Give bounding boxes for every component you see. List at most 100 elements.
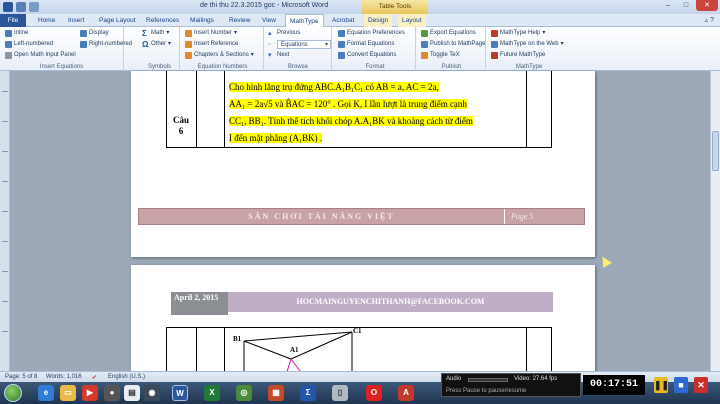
mathtype-help-button[interactable]: MathType Help ▾ — [491, 28, 545, 38]
chevron-down-icon: ▾ — [542, 30, 546, 36]
right-numbered-button[interactable]: Right-numbered — [80, 39, 132, 49]
ruler-mark — [2, 91, 8, 92]
insert-number-button[interactable]: Insert Number ▾ — [185, 28, 237, 38]
sigma-icon: Σ — [142, 28, 147, 38]
ruler-mark — [2, 181, 8, 182]
help-icon[interactable]: ▵ ? — [705, 16, 714, 24]
title-bar: de thi thu 22.3.2015 goc - Microsoft Wor… — [0, 0, 720, 14]
tab-layout[interactable]: Layout — [398, 14, 426, 27]
table-border — [224, 327, 225, 375]
stop-button[interactable]: ■ — [674, 377, 688, 393]
ie-icon[interactable]: e — [38, 385, 54, 401]
explorer-icon[interactable]: ▭ — [60, 385, 76, 401]
format-equations-button[interactable]: Format Equations — [338, 39, 394, 49]
table-border — [224, 71, 225, 147]
future-mathtype-button[interactable]: Future MathType — [491, 50, 545, 60]
group-label: Publish — [441, 64, 462, 70]
close-recorder-button[interactable]: ✕ — [694, 377, 708, 393]
group-label: Symbols — [147, 64, 171, 70]
tab-acrobat[interactable]: Acrobat — [328, 14, 358, 27]
recorder-icon[interactable]: ● — [104, 385, 120, 401]
excel-icon[interactable]: X — [204, 385, 220, 401]
pause-button[interactable]: ❚❚ — [654, 377, 669, 393]
table-border — [551, 71, 552, 147]
tab-references[interactable]: References — [142, 14, 183, 27]
page-footer: SÂN CHƠI TÀI NĂNG VIỆT Page 5 — [138, 208, 585, 225]
label-c1: C1 — [353, 327, 362, 335]
app-icon[interactable]: ▦ — [268, 385, 284, 401]
tab-review[interactable]: Review — [225, 14, 254, 27]
math-symbols-dropdown[interactable]: Σ Math ▾ — [142, 28, 169, 38]
file-icon[interactable]: ▯ — [332, 385, 348, 401]
mathtype-web-button[interactable]: MathType on the Web ▾ — [491, 39, 564, 49]
convert-icon — [338, 51, 345, 59]
header-email: HOCMAINGUYENCHITHANH@FACEBOOK.COM — [228, 292, 553, 312]
vertical-scrollbar[interactable] — [710, 71, 720, 371]
export-icon — [421, 29, 428, 37]
document-page-6[interactable]: April 2, 2015 HOCMAINGUYENCHITHANH@FACEB… — [131, 265, 595, 375]
right-numbered-icon — [80, 40, 87, 48]
paint-icon[interactable]: ▤ — [124, 385, 140, 401]
opera-icon[interactable]: O — [366, 385, 382, 401]
table-border — [551, 327, 552, 375]
other-symbols-dropdown[interactable]: Ω Other ▾ — [142, 39, 171, 49]
left-numbered-button[interactable]: Left-numbered — [5, 39, 53, 49]
page-count[interactable]: Page: 5 of 8 — [5, 374, 37, 380]
ruler-mark — [2, 271, 8, 272]
display-button[interactable]: Display — [80, 28, 109, 38]
tab-mailings[interactable]: Mailings — [186, 14, 218, 27]
undo-icon[interactable] — [29, 2, 39, 12]
group-browse: ▴Previous ◦ Equations ▾Next Browse — [265, 27, 332, 71]
insert-reference-button[interactable]: Insert Reference — [185, 39, 238, 49]
mathtype-taskbar-icon[interactable]: Σ — [300, 385, 316, 401]
browse-target-icon: ◦ — [268, 40, 271, 48]
geogebra-icon[interactable]: ◎ — [236, 385, 252, 401]
label-a1: A1 — [290, 346, 299, 354]
equation-preferences-button[interactable]: Equation Preferences — [338, 28, 405, 38]
question-label: Câu 6 — [166, 115, 196, 137]
minimize-button[interactable]: – — [660, 0, 676, 11]
open-math-input-panel-button[interactable]: Open Math Input Panel — [5, 50, 76, 60]
problem-line-1: Cho hình lăng trụ đứng ABC.A₁B₁C₁ có AB … — [229, 82, 439, 92]
word-taskbar-icon[interactable]: W — [172, 385, 188, 401]
proofing-icon[interactable]: ✔ — [92, 374, 97, 381]
tab-page-layout[interactable]: Page Layout — [95, 14, 140, 27]
language[interactable]: English (U.S.) — [108, 374, 145, 380]
label-b1: B1 — [233, 335, 242, 343]
footer-title: SÂN CHƠI TÀI NĂNG VIỆT — [248, 212, 395, 221]
group-label: Insert Equations — [39, 64, 84, 70]
scroll-thumb[interactable] — [712, 131, 719, 171]
ruler-mark — [2, 241, 8, 242]
firefox-icon[interactable]: ◉ — [144, 385, 160, 401]
browse-target-select[interactable]: Equations — [277, 39, 331, 49]
group-label: MathType — [515, 64, 543, 70]
start-button[interactable] — [4, 384, 22, 402]
browse-target-row: ◦ Equations — [268, 39, 331, 49]
export-equations-button[interactable]: Export Equations — [421, 28, 476, 38]
group-label: Format — [365, 64, 385, 70]
save-icon[interactable] — [16, 2, 26, 12]
question-word: Câu — [172, 115, 189, 125]
inline-button[interactable]: Inline — [5, 28, 28, 38]
publish-mathpage-button[interactable]: Publish to MathPage — [421, 39, 485, 49]
toggle-tex-button[interactable]: Toggle TeX — [421, 50, 460, 60]
word-count[interactable]: Words: 1,016 — [46, 374, 82, 380]
close-button[interactable]: ✕ — [696, 0, 718, 11]
tab-mathtype[interactable]: MathType — [285, 14, 324, 28]
previous-button[interactable]: ▴ Previous — [268, 28, 300, 38]
tab-home[interactable]: Home — [34, 14, 59, 27]
media-player-icon[interactable]: ▶ — [82, 385, 98, 401]
next-button[interactable]: ▾ Next — [268, 50, 289, 60]
pdf-icon[interactable]: A — [398, 385, 414, 401]
tab-view[interactable]: View — [258, 14, 280, 27]
tab-insert[interactable]: Insert — [64, 14, 88, 27]
convert-equations-button[interactable]: Convert Equations — [338, 50, 396, 60]
tab-design[interactable]: Design — [364, 14, 393, 27]
word-app-icon[interactable] — [3, 2, 13, 12]
tab-file[interactable]: File — [0, 14, 26, 27]
maximize-button[interactable]: □ — [678, 0, 694, 11]
document-page-5[interactable]: Câu 6 Cho hình lăng trụ đứng ABC.A₁B₁C₁ … — [131, 71, 595, 257]
group-equation-numbers: Insert Number ▾ Insert Reference Chapters… — [182, 27, 264, 71]
chapters-sections-button[interactable]: Chapters & Sections ▾ — [185, 50, 254, 60]
chevron-down-icon: ▾ — [166, 30, 170, 36]
